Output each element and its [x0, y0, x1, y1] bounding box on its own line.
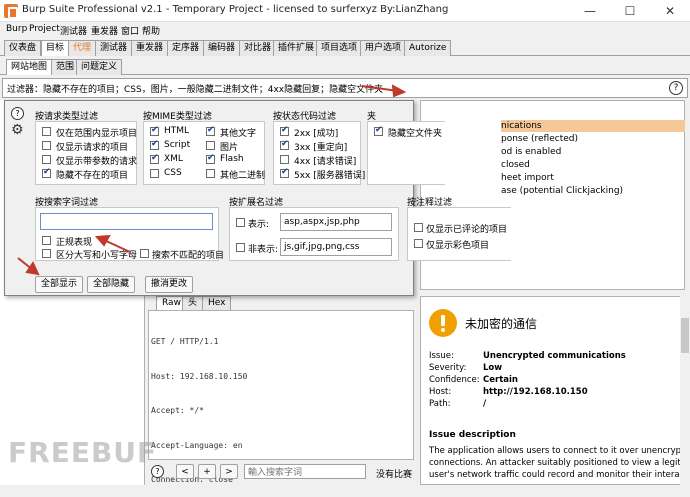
watermark: FREEBUF	[8, 436, 158, 469]
arrow-regex	[103, 239, 131, 253]
annotation-arrows	[17, 84, 407, 276]
